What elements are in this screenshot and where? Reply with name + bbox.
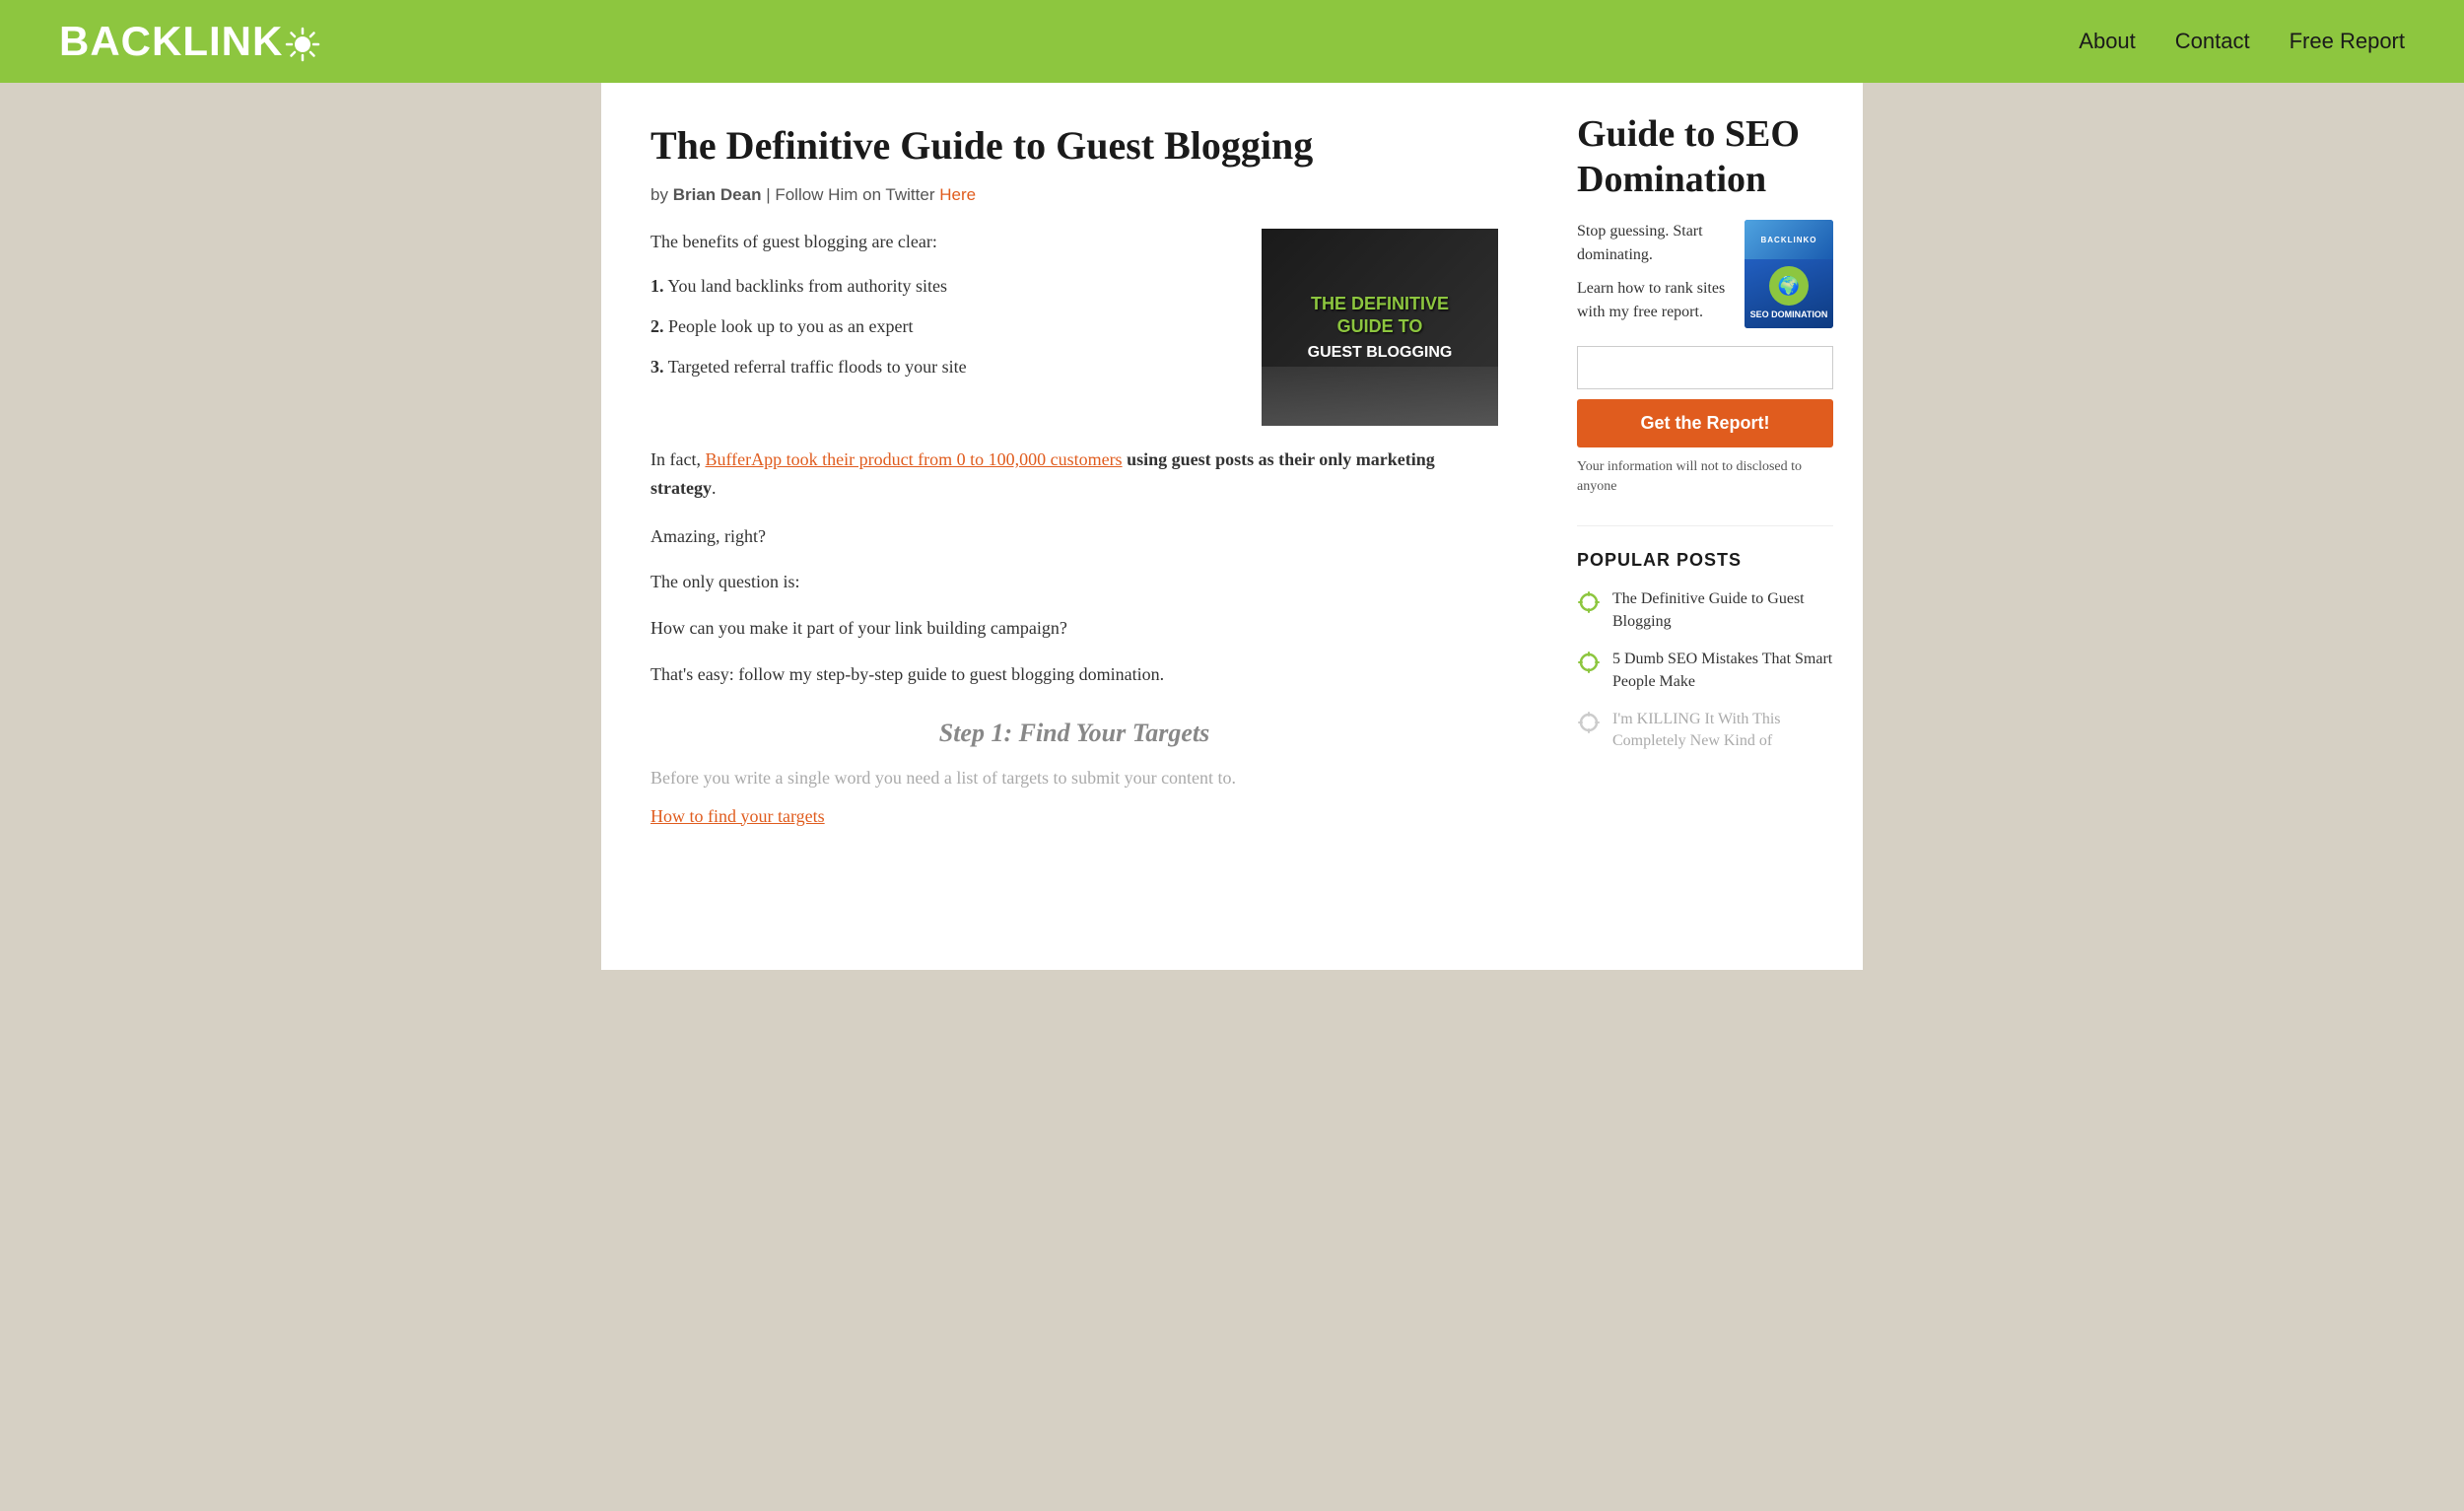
- logo-text: Backlink: [59, 18, 320, 65]
- sidebar-book-image: BACKLINKO 🌍 SEO DOMINATION: [1745, 220, 1833, 328]
- popular-post-3: I'm KILLING It With This Completely New …: [1577, 709, 1833, 753]
- main-nav: About Contact Free Report: [2079, 29, 2405, 54]
- sidebar-divider: [1577, 525, 1833, 526]
- para-easy: That's easy: follow my step-by-step guid…: [650, 660, 1498, 689]
- popular-post-link-2[interactable]: 5 Dumb SEO Mistakes That Smart People Ma…: [1612, 649, 1833, 693]
- intro-section: The benefits of guest blogging are clear…: [650, 229, 1498, 426]
- nav-contact[interactable]: Contact: [2175, 29, 2250, 54]
- popular-post-icon-1: [1577, 590, 1601, 614]
- email-input[interactable]: [1577, 346, 1833, 389]
- benefits-list: 1. You land backlinks from authority sit…: [650, 273, 1232, 380]
- author-prefix: by: [650, 185, 668, 204]
- article-title: The Definitive Guide to Guest Blogging: [650, 122, 1498, 170]
- nav-about[interactable]: About: [2079, 29, 2136, 54]
- para-link-building: How can you make it part of your link bu…: [650, 614, 1498, 643]
- popular-post-link-3[interactable]: I'm KILLING It With This Completely New …: [1612, 709, 1833, 753]
- bufferapp-paragraph: In fact, BufferApp took their product fr…: [650, 446, 1498, 503]
- author-line: by Brian Dean | Follow Him on Twitter He…: [650, 185, 1498, 205]
- benefit-1: 1. You land backlinks from authority sit…: [650, 273, 1232, 300]
- popular-post-icon-3: [1577, 711, 1601, 734]
- author-twitter-link[interactable]: Here: [939, 185, 976, 204]
- popular-posts-section: Popular Posts The Definitive Guide to Gu…: [1577, 550, 1833, 752]
- popular-posts-title: Popular Posts: [1577, 550, 1833, 571]
- step-1-heading: Step 1: Find Your Targets: [650, 719, 1498, 748]
- featured-image-title: THE DEFINITIVE GUIDE TO: [1311, 293, 1449, 339]
- popular-post-2: 5 Dumb SEO Mistakes That Smart People Ma…: [1577, 649, 1833, 693]
- featured-image-subtitle: GUEST BLOGGING: [1308, 344, 1453, 362]
- popular-post-1: The Definitive Guide to Guest Blogging: [1577, 588, 1833, 633]
- page-wrapper: The Definitive Guide to Guest Blogging b…: [601, 83, 1863, 970]
- author-name: Brian Dean: [673, 185, 762, 204]
- book-top-label: BACKLINKO: [1757, 236, 1821, 244]
- sidebar-description: Stop guessing. Start dominating. Learn h…: [1577, 220, 1729, 328]
- find-targets-link[interactable]: How to find your targets: [650, 806, 825, 826]
- featured-image: THE DEFINITIVE GUIDE TO GUEST BLOGGING: [1262, 229, 1498, 426]
- sidebar-desc-line2: Learn how to rank sites with my free rep…: [1577, 277, 1729, 324]
- benefit-3: 3. Targeted referral traffic floods to y…: [650, 354, 1232, 380]
- popular-post-link-1[interactable]: The Definitive Guide to Guest Blogging: [1612, 588, 1833, 633]
- privacy-text: Your information will not to disclosed t…: [1577, 457, 1833, 496]
- intro-paragraph: The benefits of guest blogging are clear…: [650, 229, 1232, 255]
- main-content: The Definitive Guide to Guest Blogging b…: [601, 83, 1547, 970]
- author-separator: | Follow Him on Twitter: [766, 185, 934, 204]
- site-header: Backlink About Contact Free Report: [0, 0, 2464, 83]
- sidebar: Guide to SEO Domination Stop guessing. S…: [1547, 83, 1863, 970]
- para-amazing: Amazing, right?: [650, 522, 1498, 551]
- sidebar-desc-line1: Stop guessing. Start dominating.: [1577, 220, 1729, 267]
- book-label: SEO DOMINATION: [1746, 309, 1832, 320]
- logo[interactable]: Backlink: [59, 18, 320, 65]
- para-question: The only question is:: [650, 568, 1498, 596]
- intro-text: The benefits of guest blogging are clear…: [650, 229, 1232, 426]
- popular-post-icon-2: [1577, 651, 1601, 674]
- sidebar-report-title: Guide to SEO Domination: [1577, 112, 1833, 202]
- sidebar-report-section: Guide to SEO Domination Stop guessing. S…: [1577, 112, 1833, 496]
- benefit-2: 2. People look up to you as an expert: [650, 313, 1232, 340]
- bufferapp-link[interactable]: BufferApp took their product from 0 to 1…: [705, 449, 1122, 469]
- nav-free-report[interactable]: Free Report: [2290, 29, 2405, 54]
- get-report-button[interactable]: Get the Report!: [1577, 399, 1833, 447]
- sidebar-book-row: Stop guessing. Start dominating. Learn h…: [1577, 220, 1833, 328]
- step-1-subpara: Before you write a single word you need …: [650, 764, 1498, 792]
